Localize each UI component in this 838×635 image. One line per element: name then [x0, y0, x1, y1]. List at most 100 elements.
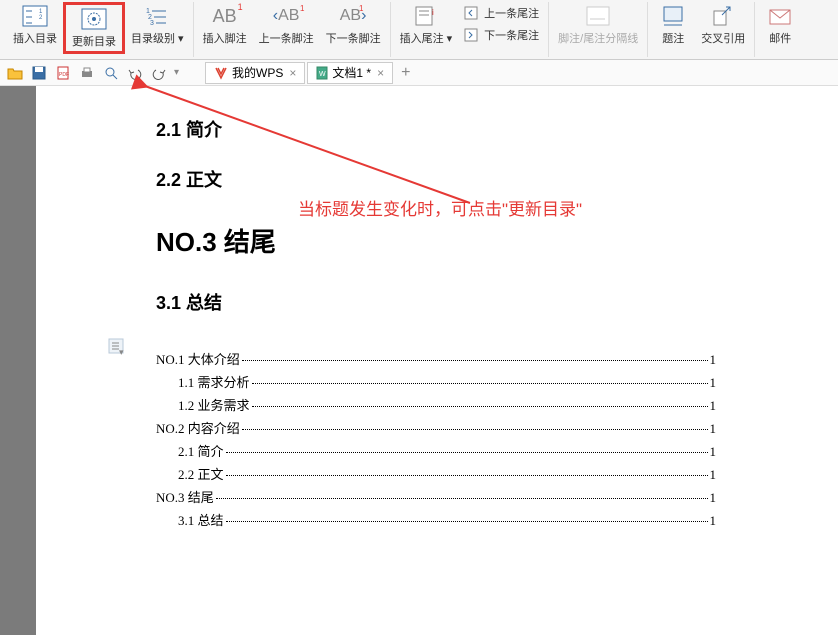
ribbon-group-footnote: AB1 插入脚注 ‹AB1 上一条脚注 AB›1 下一条脚注	[194, 2, 391, 57]
toc-leader	[226, 449, 708, 453]
document-page: 2.1 简介 2.2 正文 NO.3 结尾 3.1 总结 NO.1 大体介绍11…	[136, 86, 776, 553]
toc-level-icon: 123	[143, 4, 171, 28]
fn-separator-button: 脚注/尾注分隔线	[552, 2, 644, 48]
toc-text: 1.1 需求分析	[178, 372, 250, 391]
prev-endnote-label: 上一条尾注	[484, 5, 539, 21]
mail-icon	[766, 4, 794, 28]
save-button[interactable]	[30, 64, 48, 82]
paragraph-options-icon[interactable]: ▾	[108, 338, 126, 361]
ribbon-group-separator: 脚注/尾注分隔线	[549, 2, 648, 57]
next-footnote-icon: AB›1	[339, 4, 367, 28]
qat-dropdown-icon[interactable]: ▾	[174, 67, 179, 78]
crossref-icon	[709, 4, 737, 28]
redo-button[interactable]	[150, 64, 168, 82]
toc-entry[interactable]: 2.2 正文1	[156, 464, 716, 483]
annotation-text: 当标题发生变化时，可点击"更新目录"	[298, 195, 582, 220]
insert-toc-label: 插入目录	[13, 30, 57, 46]
ribbon-group-endnote: i 插入尾注 ▾ 上一条尾注 下一条尾注	[391, 2, 550, 57]
next-footnote-label: 下一条脚注	[326, 30, 381, 46]
open-button[interactable]	[6, 64, 24, 82]
toc-leader	[242, 426, 708, 430]
table-of-contents: NO.1 大体介绍11.1 需求分析11.2 业务需求1NO.2 内容介绍12.…	[156, 349, 716, 529]
toc-text: 3.1 总结	[178, 510, 224, 529]
insert-footnote-button[interactable]: AB1 插入脚注	[197, 2, 253, 48]
svg-text:PDF: PDF	[59, 72, 69, 78]
tab-wps-close[interactable]: ×	[289, 66, 296, 80]
tab-doc1-close[interactable]: ×	[377, 66, 384, 80]
word-doc-icon: W	[316, 66, 328, 80]
svg-text:W: W	[319, 71, 326, 78]
prev-footnote-label: 上一条脚注	[259, 30, 314, 46]
next-footnote-button[interactable]: AB›1 下一条脚注	[320, 2, 387, 48]
toc-entry[interactable]: 1.1 需求分析 1	[156, 372, 716, 391]
footnote-icon: AB1	[211, 4, 239, 28]
toc-page-num: 1	[710, 398, 717, 414]
insert-endnote-button[interactable]: i 插入尾注 ▾	[394, 2, 459, 48]
toc-page-num: 1	[710, 352, 717, 368]
side-rail	[0, 86, 36, 635]
toc-icon: 12	[21, 4, 49, 28]
crossref-button[interactable]: 交叉引用	[695, 2, 751, 48]
prev-endnote-button[interactable]: 上一条尾注	[458, 2, 545, 24]
insert-footnote-label: 插入脚注	[203, 30, 247, 46]
svg-text:▾: ▾	[119, 347, 124, 356]
insert-toc-button[interactable]: 12 插入目录	[7, 2, 63, 48]
caption-icon	[659, 4, 687, 28]
toc-entry[interactable]: NO.3 结尾 1	[156, 487, 716, 506]
toc-entry[interactable]: 2.1 简介 1	[156, 441, 716, 460]
endnote-nav-col: 上一条尾注 下一条尾注	[458, 2, 545, 46]
preview-button[interactable]	[102, 64, 120, 82]
heading-2-1: 2.1 简介	[156, 116, 716, 142]
wps-logo-icon	[214, 66, 228, 80]
tab-add-button[interactable]: +	[395, 64, 416, 82]
heading-3-1: 3.1 总结	[156, 289, 716, 315]
toc-text: 2.1 简介	[178, 441, 224, 460]
update-toc-icon	[80, 7, 108, 31]
toc-page-num: 1	[710, 467, 717, 483]
print-button[interactable]	[78, 64, 96, 82]
next-endnote-label: 下一条尾注	[484, 27, 539, 43]
document-tabs: 我的WPS × W 文档1 * × +	[205, 62, 416, 84]
toc-page-num: 1	[710, 490, 717, 506]
caption-button[interactable]: 题注	[651, 2, 695, 48]
toc-text: NO.3 结尾	[156, 487, 214, 506]
toc-leader	[216, 495, 708, 499]
toc-level-button[interactable]: 123 目录级别 ▾	[125, 2, 190, 48]
toc-text: NO.1 大体介绍	[156, 349, 240, 368]
undo-button[interactable]	[126, 64, 144, 82]
toc-entry[interactable]: NO.2 内容介绍1	[156, 418, 716, 437]
toc-text: 1.2 业务需求	[178, 395, 250, 414]
mail-button[interactable]: 邮件	[758, 2, 802, 48]
caption-label: 题注	[662, 30, 684, 46]
tab-wps-label: 我的WPS	[232, 64, 283, 81]
toc-page-num: 1	[710, 375, 717, 391]
tab-doc1[interactable]: W 文档1 * ×	[307, 62, 393, 84]
crossref-label: 交叉引用	[701, 30, 745, 46]
toc-page-num: 1	[710, 444, 717, 460]
toc-entry[interactable]: 1.2 业务需求 1	[156, 395, 716, 414]
toc-page-num: 1	[710, 421, 717, 437]
fn-separator-label: 脚注/尾注分隔线	[558, 30, 638, 46]
ribbon-group-mail: 邮件	[755, 2, 805, 57]
ribbon-group-toc: 12 插入目录 更新目录 123 目录级别 ▾	[4, 2, 194, 57]
toc-level-label: 目录级别 ▾	[131, 30, 184, 46]
toc-entry[interactable]: NO.1 大体介绍 1	[156, 349, 716, 368]
document-area[interactable]: ▾ 2.1 简介 2.2 正文 NO.3 结尾 3.1 总结 NO.1 大体介绍…	[36, 86, 838, 635]
update-toc-button[interactable]: 更新目录	[63, 2, 125, 54]
heading-no3: NO.3 结尾	[156, 222, 716, 259]
ribbon-group-ref: 题注 交叉引用	[648, 2, 755, 57]
tab-wps[interactable]: 我的WPS ×	[205, 62, 305, 84]
workspace: ▾ 2.1 简介 2.2 正文 NO.3 结尾 3.1 总结 NO.1 大体介绍…	[0, 86, 838, 635]
prev-footnote-icon: ‹AB1	[272, 4, 300, 28]
heading-2-2: 2.2 正文	[156, 166, 716, 192]
prev-footnote-button[interactable]: ‹AB1 上一条脚注	[253, 2, 320, 48]
ribbon-toolbar: 12 插入目录 更新目录 123 目录级别 ▾ AB1 插入脚注 ‹AB1 上一…	[0, 0, 838, 60]
endnote-icon: i	[412, 4, 440, 28]
toc-entry[interactable]: 3.1 总结 1	[156, 510, 716, 529]
toc-leader	[252, 403, 708, 407]
toc-page-num: 1	[710, 513, 717, 529]
next-endnote-button[interactable]: 下一条尾注	[458, 24, 545, 46]
tab-doc1-label: 文档1 *	[332, 64, 371, 81]
pdf-button[interactable]: PDF	[54, 64, 72, 82]
toc-leader	[226, 518, 708, 522]
